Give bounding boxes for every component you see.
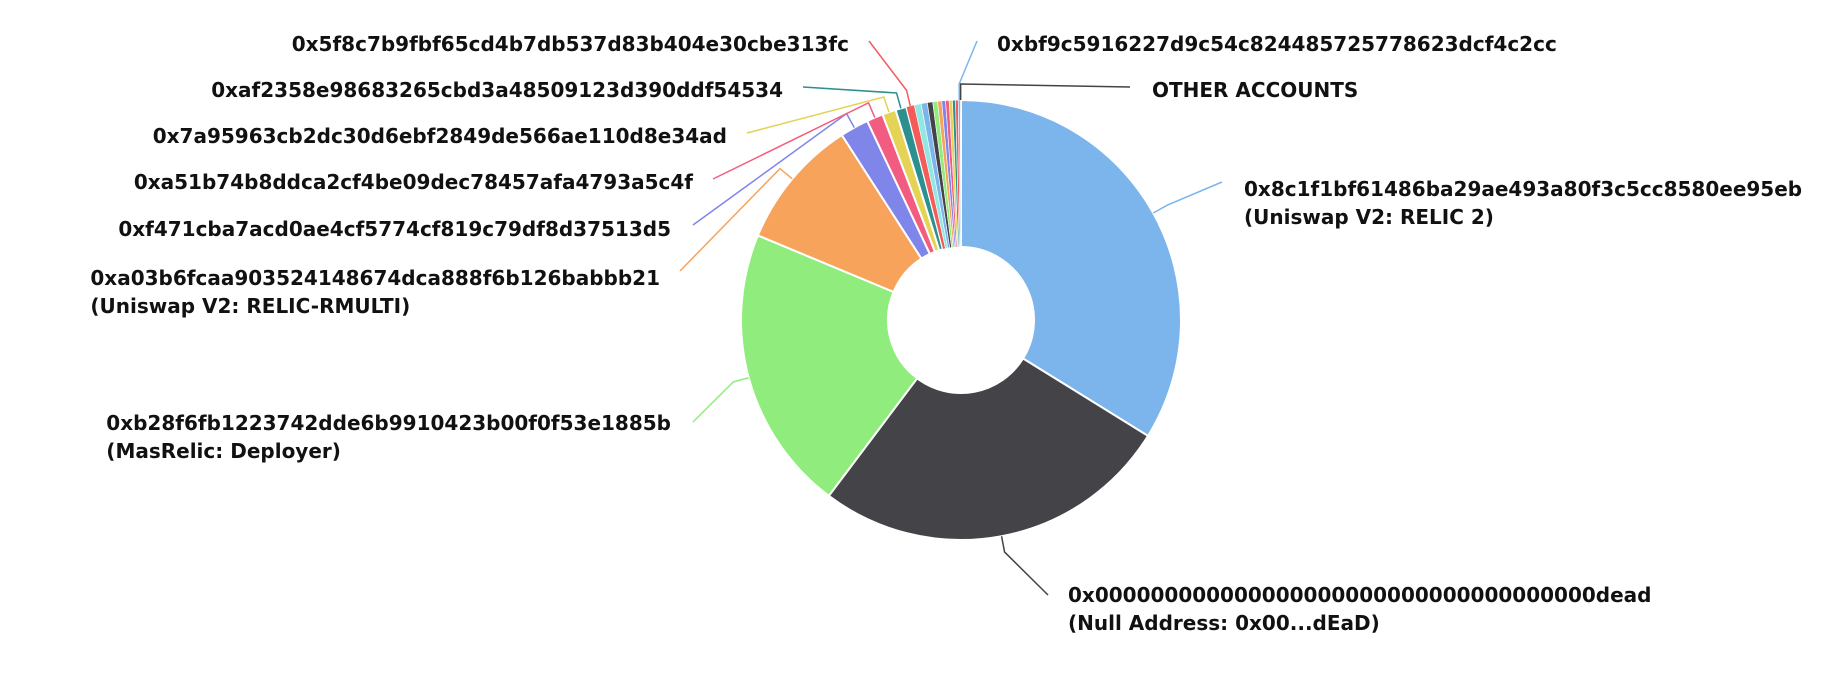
data-label-tag-1: (Null Address: 0x00...dEaD) <box>1068 611 1380 635</box>
donut-slice-20[interactable] <box>960 99 962 248</box>
data-label-3: 0xa03b6fcaa903524148674dca888f6b126babbb… <box>90 266 660 318</box>
data-label-20: OTHER ACCOUNTS <box>1152 78 1358 102</box>
data-label-address-3: 0xa03b6fcaa903524148674dca888f6b126babbb… <box>90 266 660 290</box>
connector-line-0 <box>1152 181 1223 214</box>
data-label-address-19: 0xbf9c5916227d9c54c824485725778623dcf4c2… <box>997 32 1557 56</box>
data-label-4: 0xf471cba7acd0ae4cf5774cf819c79df8d37513… <box>118 217 671 241</box>
data-label-19: 0xbf9c5916227d9c54c824485725778623dcf4c2… <box>997 32 1557 56</box>
connector-line-2 <box>692 377 749 423</box>
data-label-address-0: 0x8c1f1bf61486ba29ae493a80f3c5cc8580ee95… <box>1244 177 1802 201</box>
data-label-1: 0x000000000000000000000000000000000000de… <box>1068 583 1652 635</box>
donut-slices <box>740 98 1182 541</box>
data-label-address-1: 0x000000000000000000000000000000000000de… <box>1068 583 1652 607</box>
connector-line-1 <box>1000 536 1049 596</box>
data-label-7: 0xaf2358e98683265cbd3a48509123d390ddf545… <box>211 78 783 102</box>
data-label-0: 0x8c1f1bf61486ba29ae493a80f3c5cc8580ee95… <box>1244 177 1802 229</box>
data-label-8: 0x5f8c7b9fbf65cd4b7db537d83b404e30cbe313… <box>292 32 849 56</box>
connector-line-20 <box>959 83 1131 101</box>
data-label-address-20: OTHER ACCOUNTS <box>1152 78 1358 102</box>
data-label-address-7: 0xaf2358e98683265cbd3a48509123d390ddf545… <box>211 78 783 102</box>
data-label-6: 0x7a95963cb2dc30d6ebf2849de566ae110d8e34… <box>153 124 727 148</box>
chart-container: 0x8c1f1bf61486ba29ae493a80f3c5cc8580ee95… <box>0 0 1848 680</box>
data-label-tag-0: (Uniswap V2: RELIC 2) <box>1244 205 1494 229</box>
data-label-tag-3: (Uniswap V2: RELIC-RMULTI) <box>90 294 410 318</box>
data-label-address-5: 0xa51b74b8ddca2cf4be09dec78457afa4793a5c… <box>134 170 693 194</box>
data-label-2: 0xb28f6fb1223742dde6b9910423b00f0f53e188… <box>106 411 671 463</box>
connector-line-19 <box>958 40 978 101</box>
data-label-tag-2: (MasRelic: Deployer) <box>106 439 341 463</box>
connector-line-8 <box>868 40 911 107</box>
data-label-address-8: 0x5f8c7b9fbf65cd4b7db537d83b404e30cbe313… <box>292 32 849 56</box>
data-label-address-4: 0xf471cba7acd0ae4cf5774cf819c79df8d37513… <box>118 217 671 241</box>
data-label-address-6: 0x7a95963cb2dc30d6ebf2849de566ae110d8e34… <box>153 124 727 148</box>
data-label-address-2: 0xb28f6fb1223742dde6b9910423b00f0f53e188… <box>106 411 671 435</box>
holder-distribution-donut-chart: 0x8c1f1bf61486ba29ae493a80f3c5cc8580ee95… <box>90 32 1802 635</box>
data-label-5: 0xa51b74b8ddca2cf4be09dec78457afa4793a5c… <box>134 170 693 194</box>
